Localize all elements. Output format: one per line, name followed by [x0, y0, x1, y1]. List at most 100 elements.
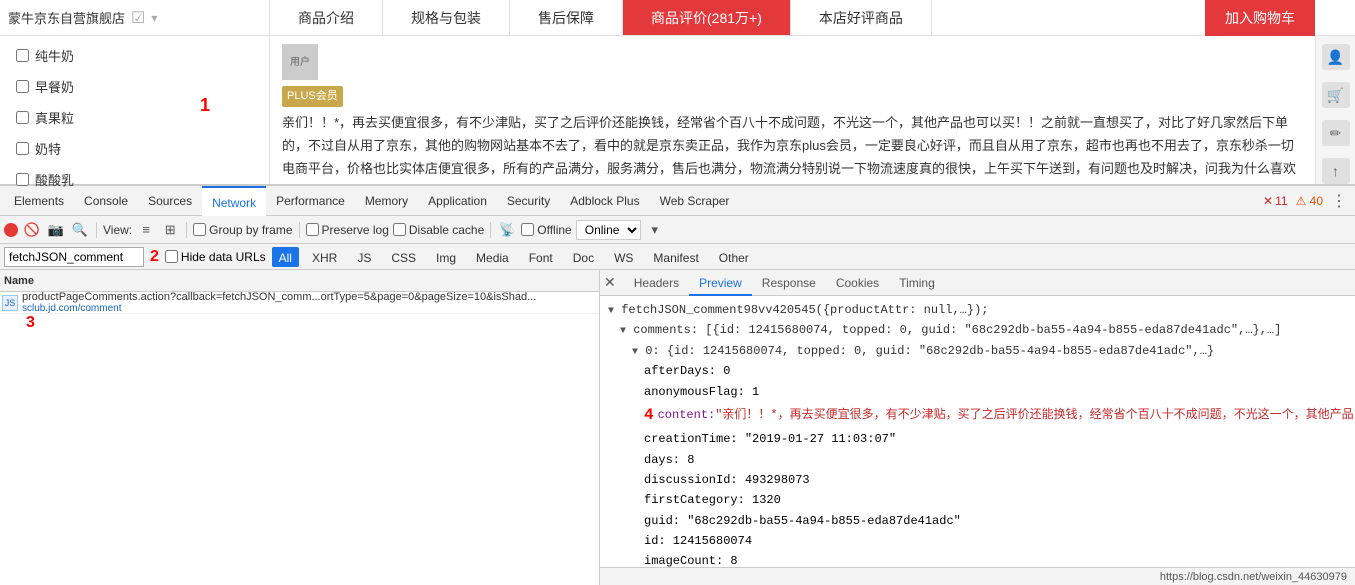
comments-arrow[interactable]: ▼	[620, 326, 626, 337]
checkbox-nate[interactable]	[16, 142, 29, 155]
top-navigation: 蒙牛京东自营旗舰店 ☑ ▾ 商品介绍 规格与包装 售后保障 商品评价(281万+…	[0, 0, 1355, 36]
devtools-tab-adblock[interactable]: Adblock Plus	[560, 186, 649, 216]
shop-name: 蒙牛京东自营旗舰店 ☑ ▾	[0, 0, 270, 35]
right-icon-1[interactable]: 👤	[1322, 44, 1350, 70]
json-content-value: "亲们！！*，再去买便宜很多，有不少津贴，买了之后评价还能换钱，经常省个百八十不…	[715, 405, 1353, 425]
checkbox-fruit-grain[interactable]	[16, 111, 29, 124]
add-to-cart-button[interactable]: 加入购物车	[1205, 0, 1315, 36]
group-by-frame-checkbox[interactable]	[193, 223, 206, 236]
search-button[interactable]: 🔍	[70, 220, 90, 240]
group-by-frame-label: Group by frame	[193, 223, 292, 237]
right-icon-2[interactable]: 🛒	[1322, 82, 1350, 108]
network-list-header: Name	[0, 270, 599, 292]
offline-checkbox[interactable]	[521, 223, 534, 236]
filter-tab-all[interactable]: All	[272, 247, 299, 267]
network-list-panel: Name JS productPageComments.action?callb…	[0, 270, 600, 585]
json-days: days: 8	[608, 450, 1347, 470]
filter-tab-ws[interactable]: WS	[607, 247, 640, 267]
json-viewer: ▼ fetchJSON_comment98vv420545({productAt…	[600, 296, 1355, 567]
json-image-count: imageCount: 8	[608, 551, 1347, 567]
json-first-category: firstCategory: 1320	[608, 490, 1347, 510]
detail-tab-cookies[interactable]: Cookies	[826, 270, 889, 296]
preserve-log-checkbox[interactable]	[306, 223, 319, 236]
network-row-0[interactable]: JS productPageComments.action?callback=f…	[0, 292, 599, 314]
divider-4	[490, 222, 491, 238]
tab-aftersale[interactable]: 售后保障	[510, 0, 623, 35]
dropdown-icon[interactable]: ▾	[151, 11, 157, 25]
devtools-tabbar: Elements Console Sources Network Perform…	[0, 186, 1355, 216]
filter-tab-manifest[interactable]: Manifest	[646, 247, 705, 267]
right-icon-3[interactable]: ✏	[1322, 120, 1350, 146]
disable-cache-label: Disable cache	[393, 223, 484, 237]
json-anon-flag: anonymousFlag: 1	[608, 382, 1347, 402]
devtools-tab-sources[interactable]: Sources	[138, 186, 202, 216]
json-item-0: ▼ 0: {id: 12415680074, topped: 0, guid: …	[608, 341, 1347, 361]
devtools-tab-memory[interactable]: Memory	[355, 186, 418, 216]
filter-tab-js[interactable]: JS	[350, 247, 378, 267]
detail-tab-headers[interactable]: Headers	[624, 270, 689, 296]
review-content-area: 用户 PLUS会员 亲们！！*，再去买便宜很多，有不少津贴，买了之后评价还能换钱…	[270, 36, 1315, 184]
devtools-main-content: Name JS productPageComments.action?callb…	[0, 270, 1355, 585]
filter-tab-doc[interactable]: Doc	[566, 247, 601, 267]
hide-data-urls-checkbox[interactable]	[165, 250, 178, 263]
json-after-days: afterDays: 0	[608, 361, 1347, 381]
detail-tab-preview[interactable]: Preview	[689, 270, 752, 296]
sidebar-item-fruit-grain[interactable]: 真果粒	[0, 102, 269, 133]
close-detail-button[interactable]: ✕	[604, 274, 616, 291]
root-arrow[interactable]: ▼	[608, 306, 614, 317]
detail-tab-response[interactable]: Response	[752, 270, 826, 296]
item0-arrow[interactable]: ▼	[632, 347, 638, 358]
devtools-tab-network[interactable]: Network	[202, 186, 266, 216]
tab-good-reviews[interactable]: 本店好评商品	[791, 0, 932, 35]
devtools-tab-performance[interactable]: Performance	[266, 186, 355, 216]
offline-button[interactable]: 📡	[497, 220, 517, 240]
verified-icon: ☑	[131, 8, 145, 28]
devtools-tab-security[interactable]: Security	[497, 186, 560, 216]
warn-badge: ⚠ 40	[1292, 194, 1327, 208]
json-content-key: content:	[658, 405, 716, 425]
checkbox-pure-milk[interactable]	[16, 49, 29, 62]
sidebar-item-breakfast-milk[interactable]: 早餐奶	[0, 71, 269, 102]
list-view-button[interactable]: ≡	[136, 220, 156, 240]
devtools-tab-console[interactable]: Console	[74, 186, 138, 216]
record-button[interactable]	[4, 223, 18, 237]
filter-tab-css[interactable]: CSS	[384, 247, 423, 267]
name-column-header: Name	[0, 275, 560, 287]
network-detail-tabs: ✕ Headers Preview Response Cookies Timin…	[600, 270, 1355, 296]
filter-button[interactable]: 📷	[46, 220, 66, 240]
filter-tab-img[interactable]: Img	[429, 247, 463, 267]
main-content-area: 纯牛奶 早餐奶 真果粒 奶特 酸酸乳 1 用户 PLUS会员 亲们！！*，再去买…	[0, 36, 1355, 184]
right-icon-4[interactable]: ↑	[1322, 158, 1350, 184]
filter-input[interactable]	[4, 247, 144, 267]
sidebar-item-nate[interactable]: 奶特	[0, 133, 269, 164]
checkbox-breakfast-milk[interactable]	[16, 80, 29, 93]
status-bar: https://blog.csdn.net/weixin_44630979	[600, 567, 1355, 585]
settings-button[interactable]: ▾	[645, 220, 665, 240]
devtools-more-button[interactable]: ⋮	[1327, 191, 1351, 211]
review-text: 亲们！！*，再去买便宜很多，有不少津贴，买了之后评价还能换钱，经常省个百八十不成…	[282, 111, 1303, 184]
sidebar-item-pure-milk[interactable]: 纯牛奶	[0, 40, 269, 71]
checkbox-suannai[interactable]	[16, 173, 29, 186]
tab-reviews[interactable]: 商品评价(281万+)	[623, 0, 791, 35]
clear-button[interactable]: 🚫	[22, 220, 42, 240]
devtools-tab-application[interactable]: Application	[418, 186, 497, 216]
filter-tab-xhr[interactable]: XHR	[305, 247, 344, 267]
preserve-log-label: Preserve log	[306, 223, 389, 237]
annotation-1: 1	[200, 95, 210, 116]
disable-cache-checkbox[interactable]	[393, 223, 406, 236]
status-url: https://blog.csdn.net/weixin_44630979	[1160, 571, 1347, 583]
hide-data-urls-label: Hide data URLs	[165, 250, 266, 264]
filter-tab-font[interactable]: Font	[522, 247, 560, 267]
divider-2	[186, 222, 187, 238]
detail-tab-timing[interactable]: Timing	[889, 270, 945, 296]
devtools-tab-elements[interactable]: Elements	[4, 186, 74, 216]
tab-product-intro[interactable]: 商品介绍	[270, 0, 383, 35]
tab-specs[interactable]: 规格与包装	[383, 0, 510, 35]
grid-view-button[interactable]: ⊞	[160, 220, 180, 240]
json-creation-time: creationTime: "2019-01-27 11:03:07"	[608, 429, 1347, 449]
online-select[interactable]: Online	[576, 220, 641, 240]
filter-tab-other[interactable]: Other	[712, 247, 756, 267]
devtools-panel: Elements Console Sources Network Perform…	[0, 184, 1355, 585]
devtools-tab-webscraper[interactable]: Web Scraper	[650, 186, 740, 216]
filter-tab-media[interactable]: Media	[469, 247, 516, 267]
